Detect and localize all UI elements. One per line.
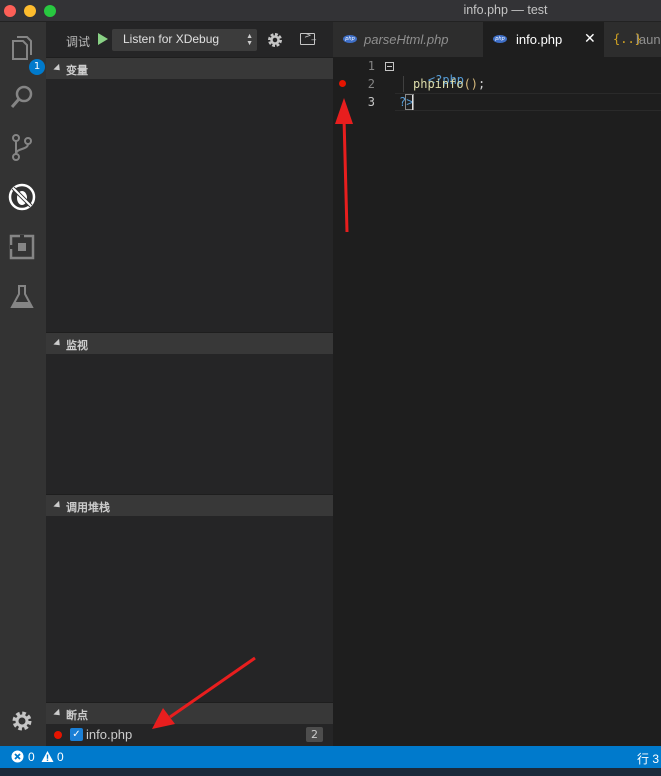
activity-bar: 1 <box>0 22 46 746</box>
variables-panel <box>46 79 333 332</box>
code-editor[interactable]: 1 2 3 <?php phpinfo(); ?> <box>333 57 661 746</box>
debug-toolbar: 调试 Listen for XDebug ▲ ▼ >_ <box>46 22 333 57</box>
breakpoints-label: 断点 <box>66 709 88 722</box>
tab-launch-json[interactable]: {..} launch.json <box>604 22 661 57</box>
watch-label: 监视 <box>66 339 88 352</box>
tab-info-php[interactable]: php info.php ✕ <box>483 22 604 57</box>
error-icon[interactable] <box>11 750 24 763</box>
variables-label: 变量 <box>66 64 88 77</box>
debug-sidebar: 调试 Listen for XDebug ▲ ▼ >_ 变量 监视 调用堆栈 断点… <box>46 22 333 746</box>
search-icon[interactable] <box>7 82 37 112</box>
tab-parsehtml-php[interactable]: php parseHtml.php <box>333 22 483 57</box>
debug-config-value: Listen for XDebug <box>123 32 220 46</box>
source-control-icon[interactable] <box>7 132 37 162</box>
breakpoint-dot-icon <box>54 731 62 739</box>
window-title: info.php — test <box>463 3 548 17</box>
select-arrows-icon: ▲ ▼ <box>246 33 253 47</box>
code-line: phpinfo(); <box>413 77 485 91</box>
variables-section-header[interactable]: 变量 <box>46 57 333 79</box>
files-icon[interactable]: 1 <box>7 34 45 75</box>
php-file-icon: php <box>493 35 507 43</box>
collapse-arrow-icon <box>53 708 63 719</box>
watch-section-header[interactable]: 监视 <box>46 332 333 354</box>
title-bar: info.php — test <box>0 0 661 22</box>
gear-icon[interactable] <box>7 706 37 736</box>
collapse-arrow-icon <box>53 63 63 74</box>
breakpoint-file: info.php <box>86 727 133 742</box>
flask-icon[interactable] <box>7 282 37 312</box>
tab-label: parseHtml.php <box>364 32 449 47</box>
code-semicolon: ; <box>478 77 486 91</box>
editor-tab-bar: php parseHtml.php php info.php ✕ {..} la… <box>333 22 661 57</box>
fold-collapse-icon[interactable] <box>385 62 394 71</box>
cursor-position[interactable]: 行 3 <box>637 750 659 767</box>
breakpoint-item[interactable]: ✓ info.php 2 <box>46 724 333 746</box>
line-number: 1 <box>367 59 375 73</box>
call-stack-panel <box>46 516 333 702</box>
line-number: 2 <box>367 77 375 91</box>
collapse-arrow-icon <box>53 500 63 511</box>
breakpoint-line-badge: 2 <box>306 727 323 742</box>
breakpoint-enabled-checkbox[interactable]: ✓ <box>70 728 83 741</box>
debug-label: 调试 <box>66 35 91 49</box>
explorer-badge: 1 <box>29 59 45 75</box>
call-stack-section-header[interactable]: 调用堆栈 <box>46 494 333 516</box>
desktop-strip <box>0 768 661 776</box>
code-function-name: phpinfo <box>413 77 464 91</box>
tab-label: info.php <box>516 32 563 47</box>
breakpoints-section-header[interactable]: 断点 <box>46 702 333 724</box>
debug-console-icon[interactable]: >_ <box>300 31 316 45</box>
warning-icon[interactable] <box>41 750 54 763</box>
call-stack-label: 调用堆栈 <box>66 501 110 514</box>
collapse-arrow-icon <box>53 338 63 349</box>
watch-panel <box>46 354 333 494</box>
line-number: 3 <box>367 95 375 109</box>
debug-icon[interactable] <box>7 182 37 212</box>
gutter-breakpoint-icon[interactable] <box>339 80 346 87</box>
text-cursor <box>412 95 413 110</box>
warning-count[interactable]: 0 <box>57 750 64 764</box>
close-tab-icon[interactable]: ✕ <box>584 31 596 47</box>
tab-label: launch.json <box>636 32 661 47</box>
error-count[interactable]: 0 <box>28 750 35 764</box>
start-debugging-icon[interactable] <box>98 33 108 45</box>
extensions-icon[interactable] <box>7 232 37 262</box>
debug-config-select[interactable]: Listen for XDebug ▲ ▼ <box>112 29 257 51</box>
status-bar: 0 0 行 3 <box>0 746 661 768</box>
php-file-icon: php <box>343 35 357 43</box>
open-launch-config-gear-icon[interactable] <box>266 31 284 49</box>
code-parens: () <box>463 77 479 91</box>
